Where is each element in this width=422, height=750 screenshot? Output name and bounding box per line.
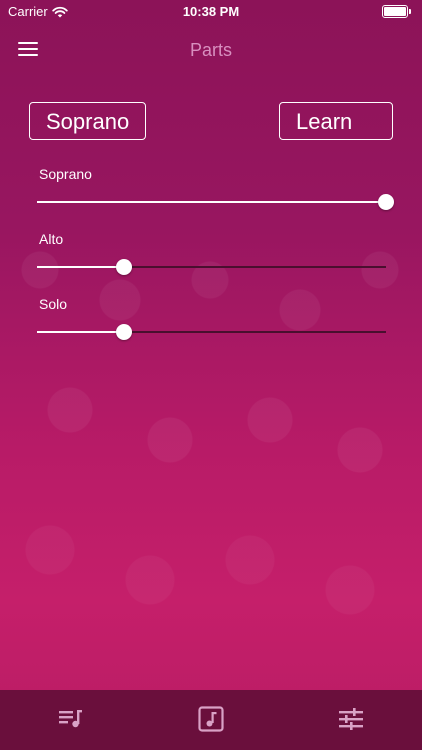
- slider-label-soprano: Soprano: [39, 166, 92, 182]
- navigation-bar: Parts: [0, 28, 422, 72]
- page-title: Parts: [189, 40, 232, 60]
- tab-music[interactable]: [196, 704, 226, 734]
- solo-volume-slider[interactable]: [37, 322, 386, 342]
- music-note-icon: [198, 706, 224, 732]
- crowd-background: [0, 210, 422, 690]
- battery-icon: [382, 5, 411, 18]
- status-time: 10:38 PM: [182, 4, 240, 19]
- slider-label-alto: Alto: [39, 231, 64, 247]
- alto-volume-slider[interactable]: [37, 257, 386, 277]
- playlist-icon: [59, 710, 82, 728]
- slider-thumb[interactable]: [116, 324, 132, 340]
- soprano-volume-slider[interactable]: [37, 192, 394, 212]
- slider-label-solo: Solo: [39, 296, 68, 312]
- status-bar: Carrier 10:38 PM: [0, 0, 422, 24]
- slider-track-filled: [37, 331, 124, 333]
- slider-track-filled: [37, 266, 124, 268]
- slider-thumb[interactable]: [378, 194, 394, 210]
- tab-bar: [0, 690, 422, 750]
- mode-select-button[interactable]: Learn: [279, 102, 393, 140]
- slider-thumb[interactable]: [116, 259, 132, 275]
- slider-track-filled: [37, 201, 386, 203]
- tab-mixer[interactable]: [336, 704, 366, 734]
- tab-playlist[interactable]: [56, 704, 86, 734]
- slider-track-empty: [124, 266, 386, 268]
- slider-track-empty: [124, 331, 386, 333]
- sliders-icon: [339, 708, 363, 730]
- part-select-button[interactable]: Soprano: [29, 102, 146, 140]
